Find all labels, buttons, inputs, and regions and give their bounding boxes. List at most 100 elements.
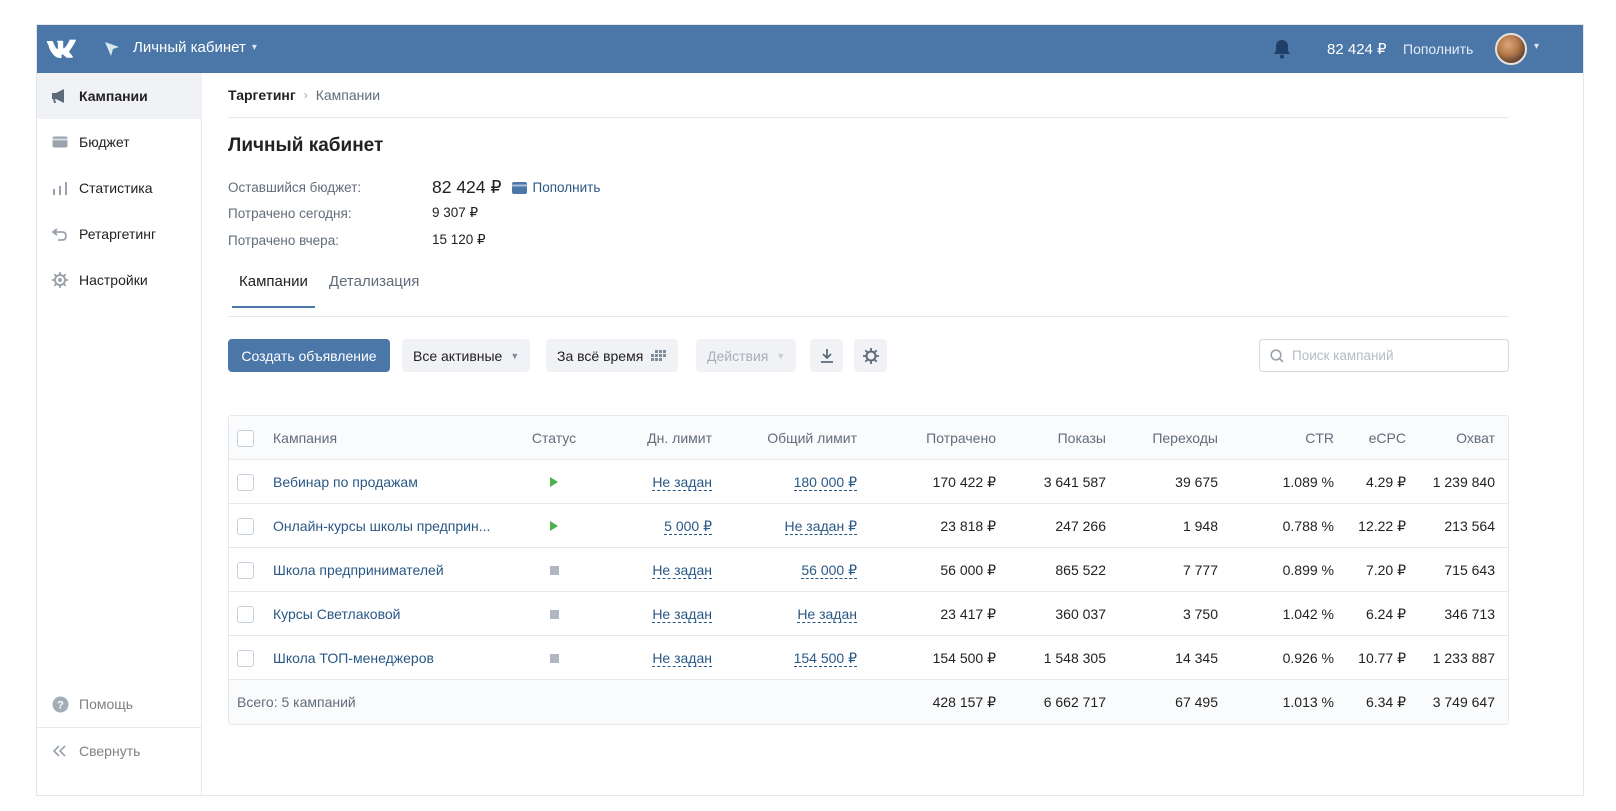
total-limit-link[interactable]: 154 500 ₽	[793, 650, 857, 667]
spent-cell: 23 417 ₽	[940, 605, 996, 622]
reach-cell: 1 239 840	[1432, 474, 1495, 490]
header-clicks[interactable]: Переходы	[1119, 416, 1218, 460]
header-ecpc[interactable]: eCPC	[1339, 416, 1406, 460]
ctr-cell: 1.042 %	[1282, 606, 1334, 622]
header-name[interactable]: Кампания	[273, 416, 513, 460]
campaign-link[interactable]: Курсы Светлаковой	[273, 606, 400, 622]
total-spent: 428 157 ₽	[932, 693, 996, 710]
ecpc-cell: 10.77 ₽	[1358, 649, 1406, 666]
top-balance: 82 424 ₽	[1327, 41, 1387, 58]
header-ctr[interactable]: CTR	[1229, 416, 1334, 460]
download-button[interactable]	[810, 339, 843, 372]
day-limit-link[interactable]: Не задан	[652, 650, 712, 667]
actions-label: Действия	[707, 347, 769, 364]
campaigns-table: Кампания Статус Дн. лимит Общий лимит По…	[228, 415, 1509, 725]
table-settings-button[interactable]	[854, 339, 887, 372]
avatar[interactable]	[1495, 33, 1527, 65]
chevron-down-icon[interactable]: ▾	[1534, 41, 1539, 52]
create-ad-button[interactable]: Создать объявление	[228, 339, 390, 372]
header-day-limit[interactable]: Дн. лимит	[599, 416, 712, 460]
play-icon[interactable]	[550, 521, 558, 531]
status-filter-dropdown[interactable]: Все активные ▼	[402, 339, 531, 372]
app-window: Личный кабинет ▾ 82 424 ₽ Пополнить ▾ Ка…	[37, 25, 1583, 795]
spent-today-row: Потрачено сегодня: 9 307 ₽	[228, 205, 478, 221]
row-checkbox[interactable]	[237, 605, 254, 623]
search-input[interactable]	[1292, 348, 1492, 363]
row-select-cell	[237, 592, 257, 636]
total-limit-link[interactable]: 180 000 ₽	[793, 474, 857, 491]
gear-icon	[51, 271, 69, 289]
actions-dropdown[interactable]: Действия ▼	[696, 339, 797, 372]
ecpc-cell: 4.29 ₽	[1365, 473, 1406, 490]
total-limit-cell: 56 000 ₽	[729, 548, 857, 592]
sidebar-collapse[interactable]: Свернуть	[37, 728, 202, 774]
header-status[interactable]: Статус	[519, 416, 589, 460]
tab-campaigns[interactable]: Кампании	[232, 273, 315, 308]
stop-icon[interactable]	[549, 565, 559, 575]
ads-arrow-icon	[105, 42, 119, 56]
row-checkbox[interactable]	[237, 517, 254, 535]
campaign-name-cell: Курсы Светлаковой	[273, 592, 513, 636]
ctr-cell: 0.788 %	[1282, 518, 1334, 534]
sidebar-item-label: Ретаргетинг	[79, 226, 157, 242]
row-checkbox[interactable]	[237, 473, 254, 491]
total-limit-link[interactable]: Не задан	[797, 606, 857, 623]
breadcrumb-root[interactable]: Таргетинг	[228, 87, 296, 103]
sidebar-item-campaigns[interactable]: Кампании	[37, 73, 202, 119]
campaign-link[interactable]: Школа предпринимателей	[273, 562, 444, 578]
total-limit-cell: 180 000 ₽	[729, 460, 857, 504]
status-cell	[519, 504, 589, 548]
row-select-cell	[237, 636, 257, 680]
sidebar-item-statistics[interactable]: Статистика	[37, 165, 202, 211]
table-row: Вебинар по продажам Не задан 180 000 ₽ 1…	[229, 460, 1508, 504]
day-limit-link[interactable]: Не задан	[652, 474, 712, 491]
row-checkbox[interactable]	[237, 561, 254, 579]
cabinet-switcher[interactable]: Личный кабинет ▾	[133, 39, 257, 56]
toolbar: Создать объявление Все активные ▼ За всё…	[228, 339, 1509, 373]
remaining-budget-row: Оставшийся бюджет: 82 424 ₽ Пополнить	[228, 177, 600, 198]
header-shows[interactable]: Показы	[1009, 416, 1106, 460]
divider	[228, 316, 1509, 317]
total-limit-link[interactable]: Не задан ₽	[784, 518, 857, 535]
ecpc-cell: 7.20 ₽	[1365, 561, 1406, 578]
sidebar-item-retargeting[interactable]: Ретаргетинг	[37, 211, 202, 257]
row-checkbox[interactable]	[237, 649, 254, 667]
total-limit-cell: Не задан ₽	[729, 504, 857, 548]
period-label: За всё время	[557, 347, 644, 364]
help-icon: ?	[51, 695, 69, 713]
period-picker[interactable]: За всё время	[546, 339, 679, 372]
ctr-cell: 0.899 %	[1282, 562, 1334, 578]
campaign-search[interactable]	[1259, 339, 1509, 372]
select-all-checkbox[interactable]	[237, 429, 254, 447]
campaign-link[interactable]: Вебинар по продажам	[273, 474, 418, 490]
clicks-cell: 39 675	[1175, 474, 1218, 490]
campaign-link[interactable]: Онлайн-курсы школы предприн...	[273, 518, 490, 534]
play-icon[interactable]	[550, 477, 558, 487]
reach-cell: 1 233 887	[1432, 650, 1495, 666]
stop-icon[interactable]	[549, 609, 559, 619]
tab-details[interactable]: Детализация	[315, 273, 431, 308]
double-chevron-left-icon	[51, 742, 69, 760]
clicks-cell: 1 948	[1182, 518, 1218, 534]
bell-icon[interactable]	[1272, 38, 1292, 60]
total-shows: 6 662 717	[1043, 694, 1106, 710]
sidebar-item-label: Бюджет	[79, 134, 130, 150]
total-limit-link[interactable]: 56 000 ₽	[801, 562, 857, 579]
stop-icon[interactable]	[549, 653, 559, 663]
sidebar-item-budget[interactable]: Бюджет	[37, 119, 202, 165]
table-row: Онлайн-курсы школы предприн... 5 000 ₽ Н…	[229, 504, 1508, 548]
vk-logo-icon[interactable]	[45, 38, 81, 60]
day-limit-link[interactable]: 5 000 ₽	[664, 518, 712, 535]
fill-budget-link[interactable]: Пополнить	[511, 180, 600, 195]
divider	[228, 117, 1509, 118]
header-reach[interactable]: Охват	[1414, 416, 1495, 460]
campaign-link[interactable]: Школа ТОП-менеджеров	[273, 650, 434, 666]
top-fill-link[interactable]: Пополнить	[1403, 41, 1473, 57]
sidebar-item-settings[interactable]: Настройки	[37, 257, 202, 303]
day-limit-link[interactable]: Не задан	[652, 562, 712, 579]
day-limit-link[interactable]: Не задан	[652, 606, 712, 623]
search-icon	[1270, 348, 1284, 363]
header-spent[interactable]: Потрачено	[869, 416, 996, 460]
header-total-limit[interactable]: Общий лимит	[729, 416, 857, 460]
sidebar-help[interactable]: ? Помощь	[37, 681, 202, 727]
